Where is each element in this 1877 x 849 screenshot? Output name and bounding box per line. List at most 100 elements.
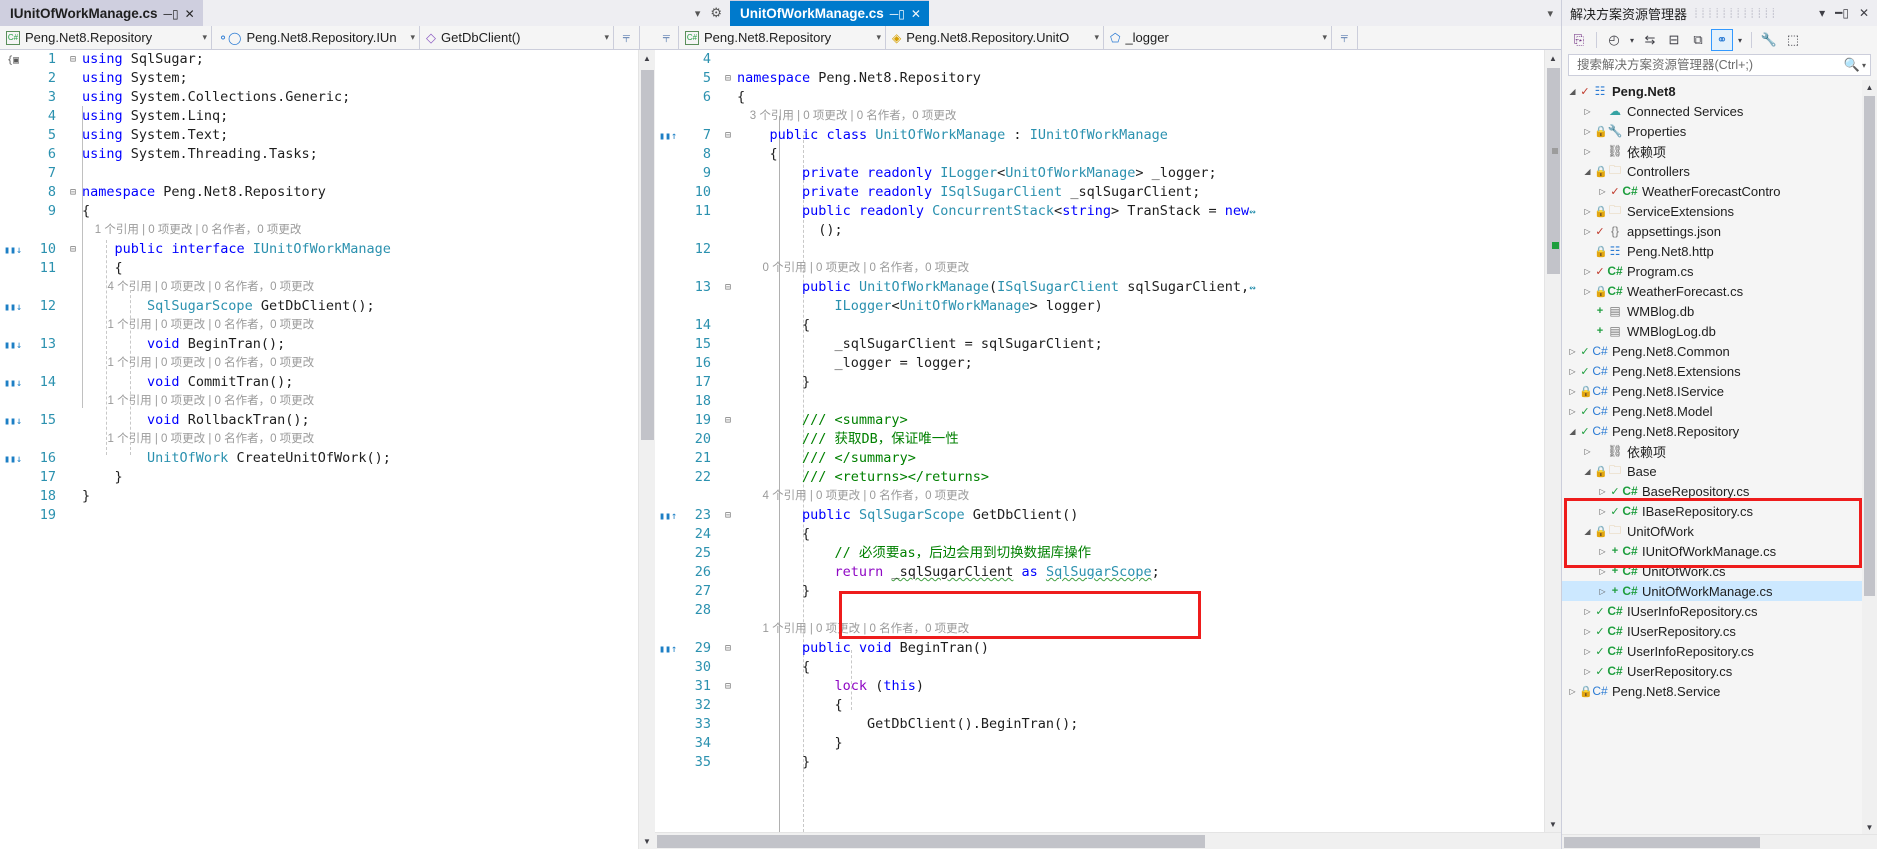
show-all-files-icon[interactable]: ⧉ — [1687, 29, 1709, 51]
code-line[interactable]: (); — [655, 221, 1544, 240]
expander-icon[interactable]: ▷ — [1596, 567, 1609, 576]
chevron-down-icon[interactable]: ▾ — [868, 32, 881, 43]
solution-explorer-view-caret-icon[interactable]: ▾ — [1735, 29, 1745, 51]
codelens-row[interactable]: 1 个引用 | 0 项更改 | 0 名作者，0 项更改 — [0, 221, 638, 240]
expander-icon[interactable]: ▷ — [1596, 547, 1609, 556]
gear-icon[interactable]: ⚙ — [710, 5, 722, 21]
tree-item-weatherforecast-cs[interactable]: ▷ 🔒 C# WeatherForecast.cs — [1562, 281, 1877, 301]
left-project-dropdown[interactable]: C# Peng.Net8.Repository ▾ — [0, 26, 212, 49]
code-line[interactable]: 11 { — [0, 259, 638, 278]
code-text[interactable]: using System.Threading.Tasks; — [80, 145, 638, 164]
code-text[interactable]: _logger = logger; — [735, 354, 1544, 373]
expander-icon[interactable]: ◢ — [1566, 87, 1579, 96]
fold-toggle[interactable]: ⊟ — [66, 183, 80, 202]
expander-icon[interactable]: ▷ — [1581, 607, 1594, 616]
codelens-text[interactable]: 3 个引用 | 0 项更改 | 0 名作者，0 项更改 — [735, 107, 1544, 126]
code-line[interactable]: 32 { — [655, 696, 1544, 715]
glyph-margin[interactable]: ▮▮↑ — [655, 639, 681, 659]
code-text[interactable]: public SqlSugarScope GetDbClient() — [735, 506, 1544, 525]
expander-icon[interactable]: ▷ — [1581, 627, 1594, 636]
tree-item-iunitofworkmanage-cs[interactable]: ▷ + C# IUnitOfWorkManage.cs — [1562, 541, 1877, 561]
right-project-dropdown[interactable]: C# Peng.Net8.Repository ▾ — [679, 26, 886, 49]
code-line[interactable]: 3 using System.Collections.Generic; — [0, 88, 638, 107]
chevron-down-icon[interactable]: ▾ — [1314, 32, 1327, 43]
code-text[interactable]: { — [735, 316, 1544, 335]
code-line[interactable]: ▮▮↓ 16 UnitOfWork CreateUnitOfWork(); — [0, 449, 638, 468]
right-code-area[interactable]: 4 5 ⊟ namespace Peng.Net8.Repository 6{ 3 个… — [655, 50, 1544, 832]
tree-item-peng-net8-iservice[interactable]: ▷ 🔒 C# Peng.Net8.IService — [1562, 381, 1877, 401]
tree-item-userrepository-cs[interactable]: ▷ ✓ C# UserRepository.cs — [1562, 661, 1877, 681]
tree-item-wmblog-db[interactable]: + ▤ WMBlog.db — [1562, 301, 1877, 321]
code-line[interactable]: 8 ⊟ namespace Peng.Net8.Repository — [0, 183, 638, 202]
code-line[interactable]: 24 { — [655, 525, 1544, 544]
glyph-margin[interactable]: ▮▮↑ — [655, 126, 681, 146]
tree-item-userinforepository-cs[interactable]: ▷ ✓ C# UserInfoRepository.cs — [1562, 641, 1877, 661]
glyph-margin[interactable]: ▮▮↓ — [0, 335, 26, 355]
codelens-text[interactable]: 1 个引用 | 0 项更改 | 0 名作者，0 项更改 — [80, 316, 638, 335]
expander-icon[interactable]: ▷ — [1581, 227, 1594, 236]
right-split-view-button[interactable]: ⫧ — [655, 26, 679, 49]
code-text[interactable]: using System.Linq; — [80, 107, 638, 126]
right-type-dropdown[interactable]: ◈ Peng.Net8.Repository.UnitO ▾ — [886, 26, 1104, 49]
code-line[interactable]: 9{ — [0, 202, 638, 221]
codelens-text[interactable]: 1 个引用 | 0 项更改 | 0 名作者，0 项更改 — [80, 221, 638, 240]
codelens-text[interactable]: 4 个引用 | 0 项更改 | 0 名作者，0 项更改 — [735, 487, 1544, 506]
fold-toggle[interactable]: ⊟ — [721, 126, 735, 145]
code-text[interactable]: /// 获取DB，保证唯一性 — [735, 430, 1544, 449]
code-text[interactable] — [80, 164, 638, 183]
code-line[interactable]: 34 } — [655, 734, 1544, 753]
code-line[interactable]: 16 _logger = logger; — [655, 354, 1544, 373]
right-split-view-button-2[interactable]: ⫧ — [1332, 26, 1358, 49]
code-text[interactable]: } — [735, 734, 1544, 753]
solution-explorer-scroll-thumb[interactable] — [1864, 96, 1875, 596]
code-line[interactable]: 35 } — [655, 753, 1544, 772]
right-hscroll-thumb[interactable] — [657, 835, 1205, 848]
left-member-dropdown[interactable]: ◇ GetDbClient() ▾ — [420, 26, 614, 49]
left-split-view-button[interactable]: ⫧ — [614, 26, 640, 49]
expander-icon[interactable]: ▷ — [1596, 187, 1609, 196]
tree-item-appsettings-json[interactable]: ▷ ✓ {} appsettings.json — [1562, 221, 1877, 241]
tree-item-peng-net8-service[interactable]: ▷ 🔒 C# Peng.Net8.Service — [1562, 681, 1877, 701]
code-text[interactable]: { — [80, 202, 638, 221]
code-text[interactable] — [80, 506, 638, 525]
code-text[interactable]: } — [735, 582, 1544, 601]
code-text[interactable]: lock (this) — [735, 677, 1544, 696]
expander-icon[interactable]: ▷ — [1581, 147, 1594, 156]
expander-icon[interactable]: ▷ — [1566, 407, 1579, 416]
code-text[interactable]: return _sqlSugarClient as SqlSugarScope; — [735, 563, 1544, 582]
code-text[interactable]: private readonly ISqlSugarClient _sqlSug… — [735, 183, 1544, 202]
expander-icon[interactable]: ▷ — [1581, 287, 1594, 296]
code-text[interactable] — [735, 50, 1544, 69]
tree-item-baserepository-cs[interactable]: ▷ ✓ C# BaseRepository.cs — [1562, 481, 1877, 501]
glyph-margin[interactable]: {▣ — [0, 50, 26, 70]
code-line[interactable]: {▣ 1 ⊟ using SqlSugar; — [0, 50, 638, 69]
code-line[interactable]: 4 — [655, 50, 1544, 69]
code-line[interactable]: 26 return _sqlSugarClient as SqlSugarSco… — [655, 563, 1544, 582]
code-line[interactable]: 18 — [655, 392, 1544, 411]
code-text[interactable]: /// </summary> — [735, 449, 1544, 468]
code-line[interactable]: 5 ⊟ namespace Peng.Net8.Repository — [655, 69, 1544, 88]
solution-explorer-tree[interactable]: ◢ ✓ ☷ Peng.Net8 ▷ ☁ Connected Services ▷ 🔒 🔧 Prope… — [1562, 80, 1877, 834]
codelens-row[interactable]: 4 个引用 | 0 项更改 | 0 名作者，0 项更改 — [0, 278, 638, 297]
close-icon[interactable]: ✕ — [911, 7, 921, 21]
fold-toggle[interactable]: ⊟ — [721, 69, 735, 88]
code-text[interactable] — [735, 240, 1544, 259]
code-text[interactable]: void RollbackTran(); — [80, 411, 638, 430]
code-text[interactable]: public interface IUnitOfWorkManage — [80, 240, 638, 259]
code-text[interactable]: GetDbClient().BeginTran(); — [735, 715, 1544, 734]
code-text[interactable]: { — [735, 696, 1544, 715]
right-member-dropdown[interactable]: ⬠ _logger ▾ — [1104, 26, 1332, 49]
tree-item-peng-net8-http[interactable]: 🔒 ☷ Peng.Net8.http — [1562, 241, 1877, 261]
codelens-row[interactable]: 1 个引用 | 0 项更改 | 0 名作者，0 项更改 — [0, 354, 638, 373]
code-line[interactable]: 17 } — [655, 373, 1544, 392]
code-text[interactable]: { — [735, 88, 1544, 107]
glyph-margin[interactable]: ▮▮↑ — [655, 506, 681, 526]
code-line[interactable]: 14 { — [655, 316, 1544, 335]
fold-toggle[interactable]: ⊟ — [721, 278, 735, 297]
preview-selected-items-icon[interactable]: ⬚ — [1782, 29, 1804, 51]
document-tab-iunitofworkmanage[interactable]: IUnitOfWorkManage.cs ─▯ ✕ — [0, 0, 203, 26]
fold-toggle[interactable]: ⊟ — [721, 677, 735, 696]
code-text[interactable]: } — [80, 468, 638, 487]
scroll-up-icon[interactable]: ▲ — [1862, 80, 1877, 94]
code-line[interactable]: 13 ⊟ public UnitOfWorkManage(ISqlSugarCli… — [655, 278, 1544, 297]
